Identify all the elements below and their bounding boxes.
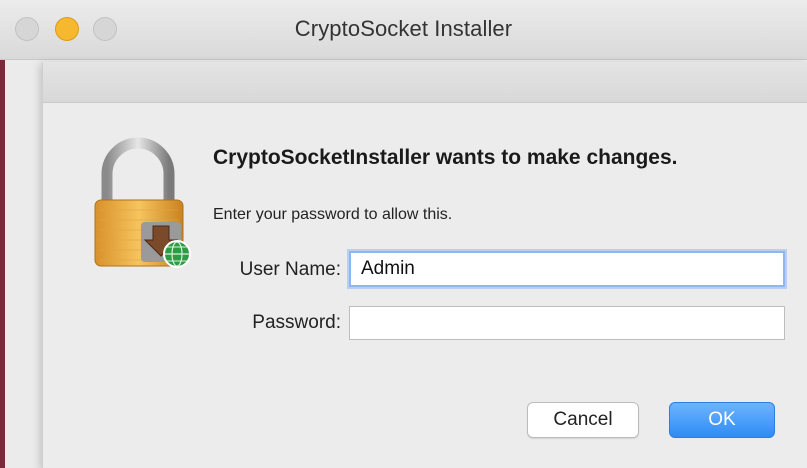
dialog-heading: CryptoSocketInstaller wants to make chan… bbox=[213, 146, 678, 169]
password-field[interactable] bbox=[349, 306, 785, 340]
cancel-button[interactable]: Cancel bbox=[527, 402, 639, 438]
desktop-edge bbox=[0, 60, 5, 468]
ok-button[interactable]: OK bbox=[669, 402, 775, 438]
dialog-subtext: Enter your password to allow this. bbox=[213, 206, 453, 223]
window-titlebar[interactable]: CryptoSocket Installer bbox=[0, 0, 807, 60]
password-label: Password: bbox=[252, 312, 341, 333]
username-field[interactable] bbox=[349, 251, 785, 287]
lock-icon bbox=[93, 134, 203, 274]
auth-dialog-sheet: CryptoSocketInstaller wants to make chan… bbox=[42, 62, 807, 468]
sheet-header bbox=[43, 62, 807, 103]
window-title: CryptoSocket Installer bbox=[294, 16, 513, 41]
username-label: User Name: bbox=[239, 259, 341, 280]
